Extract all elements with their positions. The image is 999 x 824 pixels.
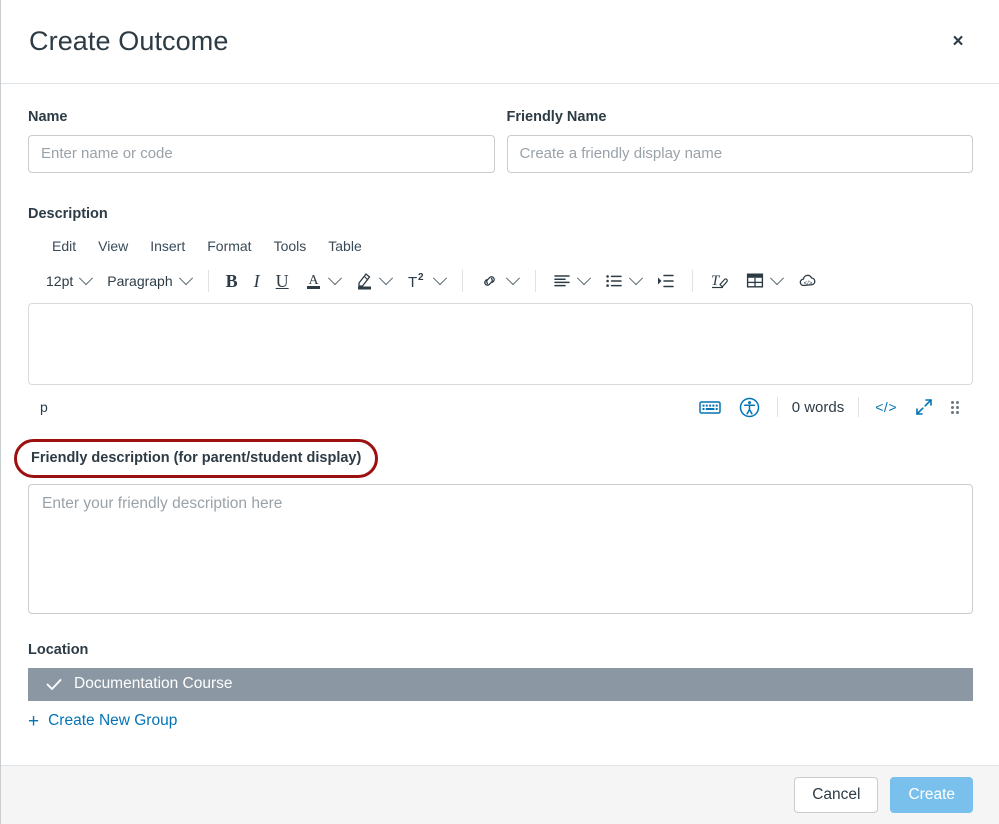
create-outcome-tray: Create Outcome × Name Friendly Name Desc…: [0, 0, 999, 824]
fullscreen-icon[interactable]: [905, 392, 943, 422]
align-button[interactable]: [546, 269, 596, 293]
tray-header: Create Outcome ×: [1, 0, 999, 84]
toolbar-divider: [535, 270, 536, 292]
editor-element-path[interactable]: p: [40, 399, 690, 415]
indent-button[interactable]: [650, 269, 682, 293]
bullet-list-icon: [605, 273, 623, 289]
resize-grip-icon[interactable]: [943, 395, 967, 420]
svg-text:T: T: [408, 274, 417, 290]
toolbar-divider: [692, 270, 693, 292]
name-field-group: Name: [28, 108, 495, 173]
menu-insert[interactable]: Insert: [148, 235, 187, 259]
svg-text:</>: </>: [803, 281, 812, 287]
description-label: Description: [28, 205, 973, 224]
indent-icon: [657, 273, 675, 289]
text-color-button[interactable]: A: [298, 267, 347, 294]
apps-cloud-icon: </>: [798, 272, 818, 290]
check-icon: [46, 676, 62, 692]
friendly-name-input[interactable]: [507, 135, 974, 173]
plus-icon: +: [28, 712, 39, 731]
spacer: [28, 173, 973, 205]
table-button[interactable]: [739, 268, 789, 293]
page-title: Create Outcome: [29, 25, 943, 57]
highlight-color-button[interactable]: [349, 267, 398, 294]
toolbar-divider: [462, 270, 463, 292]
cancel-button[interactable]: Cancel: [794, 777, 878, 813]
underline-icon: U: [276, 272, 289, 290]
menu-table[interactable]: Table: [326, 235, 363, 259]
svg-text:A: A: [308, 273, 319, 288]
tray-body: Name Friendly Name Description Edit View…: [1, 84, 999, 765]
bold-icon: B: [226, 272, 238, 290]
menu-edit[interactable]: Edit: [50, 235, 78, 259]
superscript-button[interactable]: T 2: [400, 268, 452, 294]
font-size-value: 12pt: [46, 274, 73, 288]
friendly-name-field-group: Friendly Name: [507, 108, 974, 173]
chevron-down-icon: [577, 271, 591, 285]
html-editor-toggle[interactable]: </>: [867, 394, 905, 420]
rich-content-editor: Edit View Insert Format Tools Table 12pt…: [28, 232, 973, 430]
chevron-down-icon: [79, 271, 93, 285]
apps-button[interactable]: </>: [791, 268, 825, 294]
link-button[interactable]: [473, 268, 525, 294]
name-label: Name: [28, 108, 495, 127]
menu-view[interactable]: View: [96, 235, 130, 259]
svg-text:2: 2: [418, 272, 424, 283]
clear-formatting-icon: T: [710, 271, 730, 290]
create-new-group-label: Create New Group: [48, 712, 177, 730]
friendly-description-annotation: Friendly description (for parent/student…: [14, 439, 378, 478]
bold-button[interactable]: B: [219, 268, 245, 294]
svg-text:T: T: [711, 273, 721, 289]
menu-tools[interactable]: Tools: [272, 235, 309, 259]
chevron-down-icon: [328, 271, 342, 285]
align-left-icon: [553, 273, 571, 289]
font-size-dropdown[interactable]: 12pt: [39, 270, 98, 292]
editor-status-actions: 0 words </>: [690, 392, 967, 423]
location-item-label: Documentation Course: [74, 675, 233, 693]
link-icon: [480, 272, 500, 290]
tray-footer: Cancel Create: [1, 765, 999, 824]
editor-toolbar: 12pt Paragraph B I U: [28, 260, 973, 301]
clear-formatting-button[interactable]: T: [703, 267, 737, 294]
chevron-down-icon: [433, 271, 447, 285]
editor-menubar: Edit View Insert Format Tools Table: [28, 232, 973, 261]
block-format-value: Paragraph: [107, 274, 172, 288]
italic-icon: I: [254, 272, 260, 290]
superscript-icon: T 2: [407, 272, 427, 290]
bullet-list-button[interactable]: [598, 269, 648, 293]
create-button[interactable]: Create: [890, 777, 973, 813]
chevron-down-icon: [179, 271, 193, 285]
status-divider: [858, 397, 859, 417]
name-fields-row: Name Friendly Name: [28, 108, 973, 173]
close-icon[interactable]: ×: [943, 27, 973, 57]
toolbar-divider: [208, 270, 209, 292]
friendly-name-label: Friendly Name: [507, 108, 974, 127]
location-label: Location: [28, 641, 973, 660]
editor-status-bar: p: [28, 385, 973, 429]
highlighter-icon: [356, 271, 373, 290]
location-item-selected[interactable]: Documentation Course: [28, 668, 973, 701]
create-new-group-button[interactable]: + Create New Group: [28, 712, 973, 731]
block-format-dropdown[interactable]: Paragraph: [100, 270, 197, 292]
chevron-down-icon: [379, 271, 393, 285]
table-icon: [746, 272, 764, 289]
chevron-down-icon: [506, 271, 520, 285]
description-editor-area[interactable]: [28, 303, 973, 385]
friendly-description-textarea[interactable]: [28, 484, 973, 614]
italic-button[interactable]: I: [247, 268, 267, 294]
underline-button[interactable]: U: [269, 268, 296, 294]
keyboard-icon[interactable]: [690, 394, 730, 420]
text-color-icon: A: [305, 271, 322, 290]
friendly-description-label: Friendly description (for parent/student…: [31, 449, 361, 468]
menu-format[interactable]: Format: [205, 235, 253, 259]
word-count: 0 words: [786, 399, 851, 416]
status-divider: [777, 397, 778, 417]
location-section: Location Documentation Course + Create N…: [28, 641, 973, 731]
name-input[interactable]: [28, 135, 495, 173]
chevron-down-icon: [770, 271, 784, 285]
accessibility-icon[interactable]: [730, 392, 769, 423]
chevron-down-icon: [629, 271, 643, 285]
